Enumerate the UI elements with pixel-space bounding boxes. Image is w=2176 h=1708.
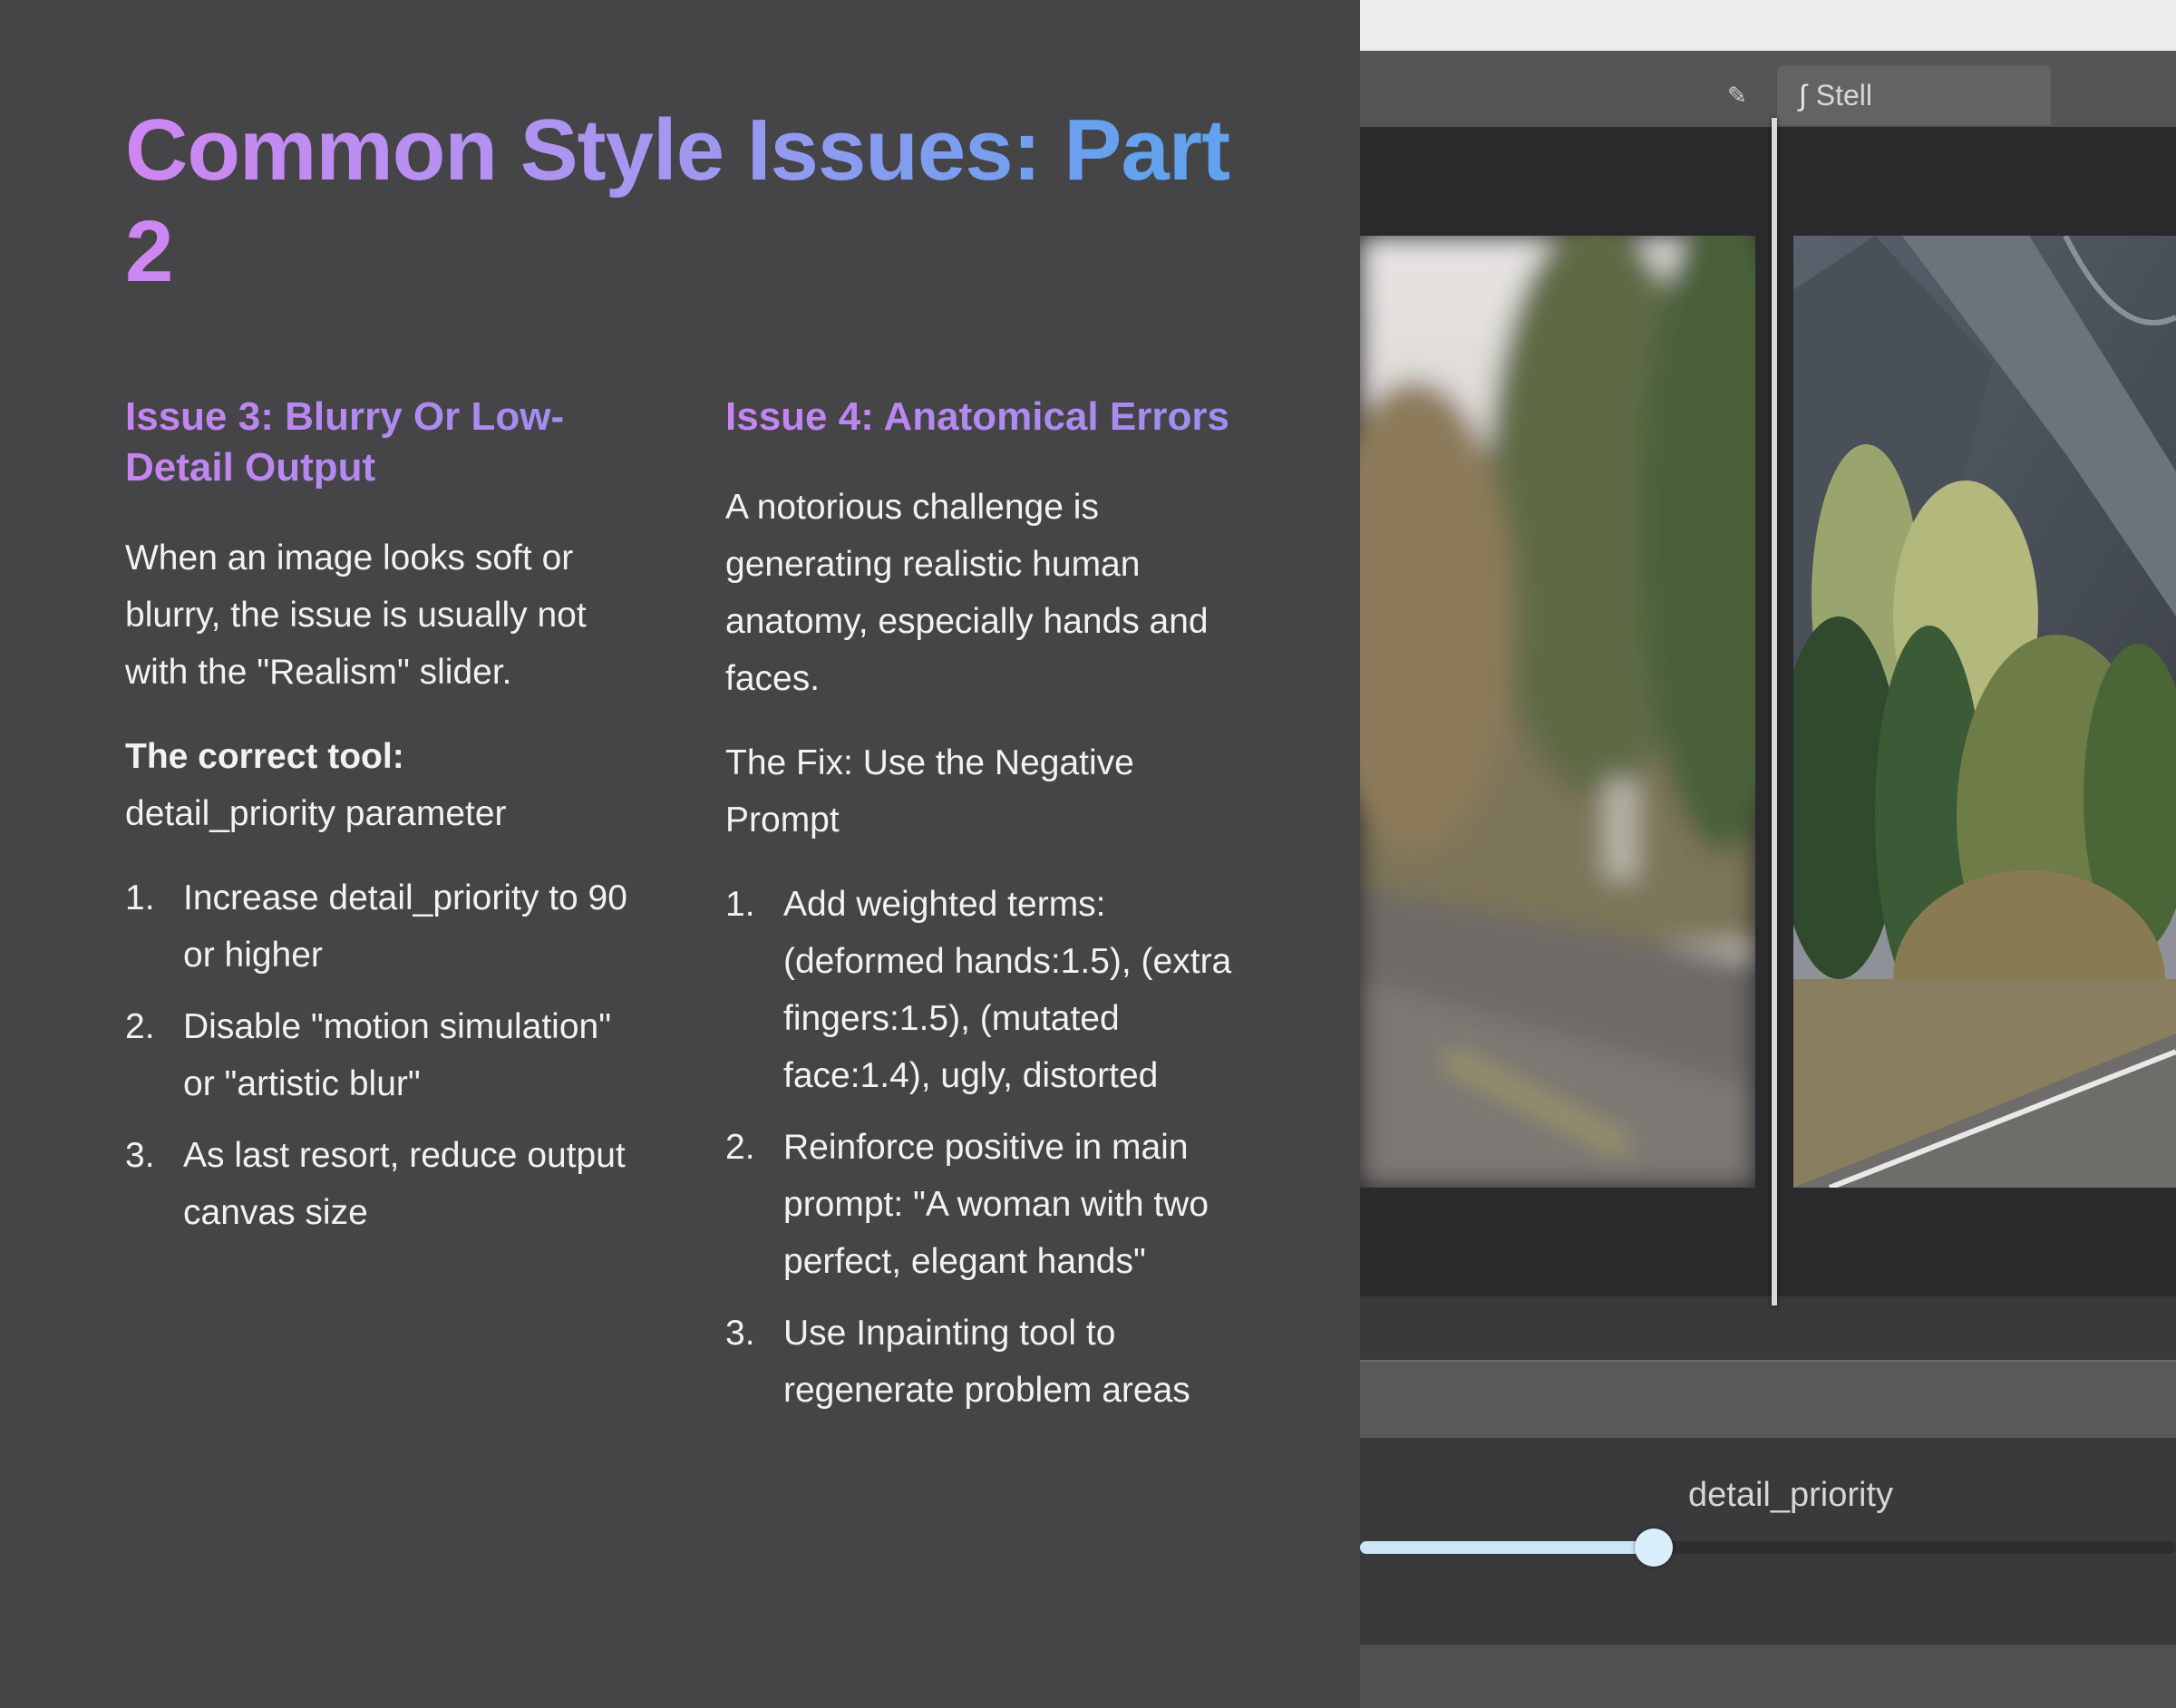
blurry-preview-image — [1360, 236, 1755, 1188]
issue-4-column: Issue 4: Anatomical Errors A notorious c… — [725, 392, 1251, 1433]
step-text: Reinforce positive in main prompt: "A wo… — [783, 1128, 1209, 1281]
brush-icon[interactable]: ✎ — [1727, 82, 1747, 110]
step-text: As last resort, reduce output canvas siz… — [183, 1136, 626, 1232]
issue-4-step: 3. Use Inpainting tool to regenerate pro… — [725, 1305, 1251, 1419]
editor-tab[interactable]: ∫ Stell — [1777, 65, 2051, 125]
step-text: Disable "motion simulation" or "artistic… — [183, 1007, 612, 1103]
comparison-screenshot: ✎ ∫ Stell detail_priority — [1360, 0, 2176, 1708]
issue-3-intro: When an image looks soft or blurry, the … — [125, 539, 587, 692]
issue-3-tool-label: The correct tool: — [125, 737, 404, 776]
editor-toolbar — [1360, 51, 2176, 127]
step-text: Use Inpainting tool to regenerate proble… — [783, 1314, 1190, 1410]
issue-4-step: 1. Add weighted terms: (deformed hands:1… — [725, 876, 1251, 1104]
issue-4-heading: Issue 4: Anatomical Errors — [725, 392, 1251, 442]
issue-4-fix-label: The Fix: Use the Negative Prompt — [725, 743, 1134, 839]
step-number: 1. — [125, 878, 155, 917]
issue-3-heading: Issue 3: Blurry Or Low-Detail Output — [125, 392, 633, 493]
issue-3-steps: 1. Increase detail_priority to 90 or hig… — [125, 869, 633, 1241]
step-number: 1. — [725, 885, 755, 924]
detail-priority-slider-fill — [1360, 1541, 1654, 1554]
blurry-road-scene — [1360, 236, 1755, 1188]
slide: Common Style Issues: Part 2 Issue 3: Blu… — [0, 0, 2176, 1708]
issue-3-step: 3. As last resort, reduce output canvas … — [125, 1127, 633, 1241]
issue-3-tool-paragraph: The correct tool: detail_priority parame… — [125, 728, 633, 842]
step-number: 3. — [725, 1314, 755, 1353]
detail-priority-slider-thumb[interactable] — [1635, 1528, 1673, 1567]
step-number: 2. — [125, 1007, 155, 1046]
issue-3-step: 1. Increase detail_priority to 90 or hig… — [125, 869, 633, 984]
tab-glyph-icon: ∫ — [1799, 79, 1807, 112]
issue-3-tool-value: detail_priority parameter — [125, 794, 507, 833]
step-number: 2. — [725, 1128, 755, 1167]
panel-strip — [1360, 1360, 2176, 1438]
compare-divider-handle[interactable] — [1772, 118, 1777, 1305]
editor-tab-label: Stell — [1815, 79, 1873, 112]
issue-3-column: Issue 3: Blurry Or Low-Detail Output Whe… — [125, 392, 633, 1256]
window-top-bar — [1360, 0, 2176, 51]
slider-label: detail_priority — [1688, 1476, 1893, 1514]
step-number: 3. — [125, 1136, 155, 1175]
issue-4-step: 2. Reinforce positive in main prompt: "A… — [725, 1119, 1251, 1290]
text-panel: Common Style Issues: Part 2 Issue 3: Blu… — [0, 0, 1360, 1708]
issue-4-intro: A notorious challenge is generating real… — [725, 488, 1209, 698]
issue-3-step: 2. Disable "motion simulation" or "artis… — [125, 998, 633, 1112]
slide-title: Common Style Issues: Part 2 — [125, 100, 1258, 303]
issue-4-steps: 1. Add weighted terms: (deformed hands:1… — [725, 876, 1251, 1419]
bottom-panel — [1360, 1645, 2176, 1708]
step-text: Add weighted terms: (deformed hands:1.5)… — [783, 885, 1232, 1095]
sharp-preview-image — [1793, 236, 2176, 1188]
sharp-mountain-road-scene — [1793, 236, 2176, 1188]
step-text: Increase detail_priority to 90 or higher — [183, 878, 627, 975]
